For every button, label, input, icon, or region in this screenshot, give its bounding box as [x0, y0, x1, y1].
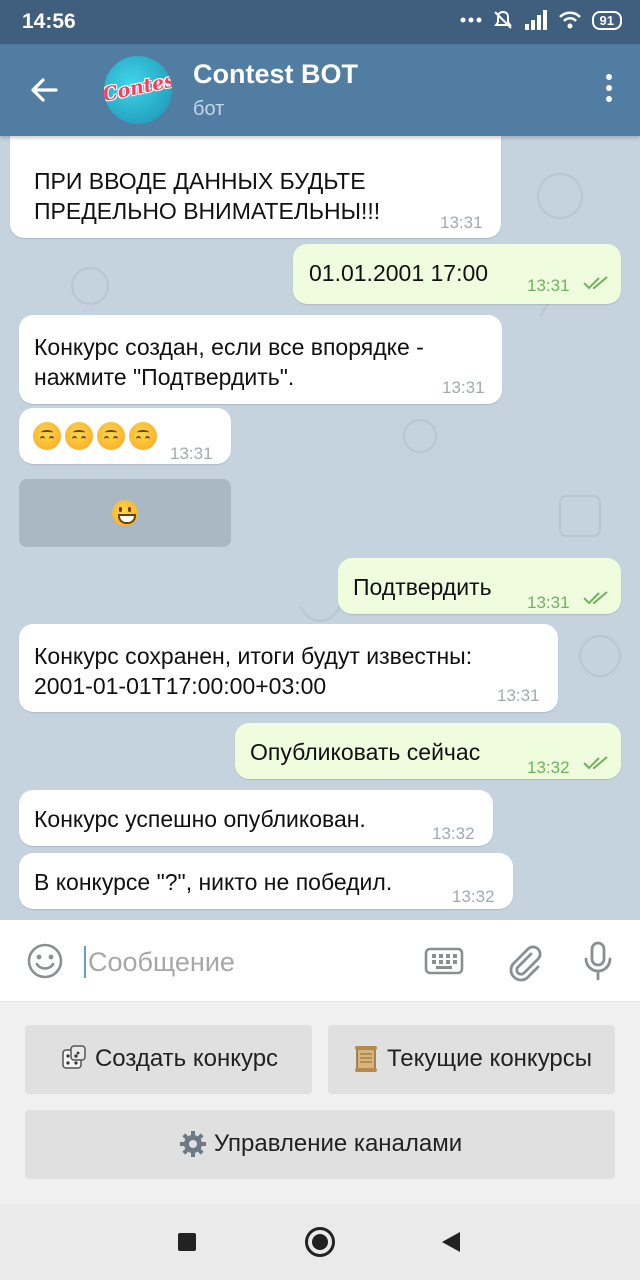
wifi-icon: [558, 11, 581, 29]
double-check-icon: [583, 276, 608, 290]
message-composer: Сообщение: [0, 920, 640, 1002]
message-text: Конкурс сохранен, итоги будут известны: …: [34, 641, 472, 701]
message-time: 13:31: [442, 378, 485, 397]
status-icons: 91: [460, 9, 622, 31]
upside-down-face-icon: [129, 422, 157, 450]
message-bubble-incoming[interactable]: В конкурсе "?", никто не победил. 13:32: [19, 853, 513, 909]
home-button[interactable]: [305, 1227, 335, 1257]
message-time: 13:31: [527, 276, 570, 295]
mute-bell-icon: [493, 10, 512, 29]
message-bubble-outgoing[interactable]: Подтвердить 13:31: [338, 558, 621, 614]
status-bar: 14:56 91: [0, 0, 640, 44]
message-bubble-incoming[interactable]: 13:31: [19, 408, 231, 464]
message-line: 2001-01-01T17:00:00+03:00: [34, 673, 327, 699]
message-bubble-incoming[interactable]: ПРИ ВВОДЕ ДАННЫХ БУДЬТЕ ПРЕДЕЛЬНО ВНИМАТ…: [10, 136, 501, 238]
message-time: 13:32: [452, 887, 495, 906]
bot-reply-keyboard: Создать конкурс Текущие конкурсы Управле…: [0, 1002, 640, 1204]
message-text: Подтвердить: [353, 574, 492, 600]
recents-button[interactable]: [178, 1233, 196, 1251]
back-arrow-icon[interactable]: [26, 72, 62, 108]
double-check-icon: [583, 591, 608, 605]
more-menu-icon[interactable]: [604, 74, 614, 106]
current-contests-label: Текущие конкурсы: [386, 1045, 593, 1072]
status-time: 14:56: [22, 10, 76, 33]
chat-header: Contest Contest BOT бот: [0, 44, 640, 136]
message-bubble-incoming[interactable]: Конкурс сохранен, итоги будут известны: …: [19, 624, 558, 712]
double-check-icon: [583, 756, 608, 770]
message-text: ПРИ ВВОДЕ ДАННЫХ БУДЬТЕ ПРЕДЕЛЬНО ВНИМАТ…: [34, 166, 380, 226]
bot-avatar[interactable]: Contest: [104, 56, 172, 124]
upside-down-face-icon: [33, 422, 61, 450]
scroll-icon: [354, 1046, 377, 1072]
upside-down-face-icon: [97, 422, 125, 450]
signal-icon: [524, 10, 547, 30]
message-text: 01.01.2001 17:00: [309, 260, 489, 286]
message-text: В конкурсе "?", никто не победил.: [34, 869, 393, 895]
create-contest-button[interactable]: Создать конкурс: [25, 1025, 312, 1093]
dice-icon: [62, 1045, 86, 1069]
chat-area[interactable]: ПРИ ВВОДЕ ДАННЫХ БУДЬТЕ ПРЕДЕЛЬНО ВНИМАТ…: [0, 136, 640, 920]
chat-title[interactable]: Contest BOT: [193, 59, 358, 90]
microphone-icon[interactable]: [582, 940, 614, 982]
grinning-face-icon: [112, 500, 138, 526]
emoji-row: [33, 422, 161, 450]
system-back-button[interactable]: [442, 1232, 460, 1252]
upside-down-face-icon: [65, 422, 93, 450]
more-dots-icon: [460, 17, 482, 23]
message-bubble-incoming[interactable]: Конкурс успешно опубликован. 13:32: [19, 790, 493, 846]
message-time: 13:31: [170, 444, 213, 463]
message-line: нажмите "Подтвердить".: [34, 364, 295, 390]
avatar-logo-text: Contest: [104, 67, 172, 107]
message-line: Конкурс создан, если все впорядке -: [34, 334, 424, 360]
gear-icon: [179, 1131, 206, 1157]
message-time: 13:31: [440, 213, 483, 232]
message-text: Конкурс успешно опубликован.: [34, 806, 366, 832]
system-navigation-bar: [0, 1204, 640, 1280]
message-text: Опубликовать сейчас: [250, 739, 481, 765]
message-bubble-outgoing[interactable]: Опубликовать сейчас 13:32: [235, 723, 621, 779]
manage-channels-label: Управление каналами: [213, 1130, 463, 1157]
message-bubble-incoming[interactable]: Конкурс создан, если все впорядке - нажм…: [19, 315, 502, 404]
message-time: 13:31: [527, 593, 570, 612]
message-time: 13:32: [432, 824, 475, 843]
message-text: Конкурс создан, если все впорядке - нажм…: [34, 332, 424, 392]
battery-indicator: 91: [591, 10, 622, 30]
message-time: 13:31: [497, 686, 540, 705]
message-time: 13:32: [527, 758, 570, 777]
inline-keyboard-button[interactable]: [19, 479, 231, 547]
current-contests-button[interactable]: Текущие конкурсы: [328, 1025, 615, 1093]
manage-channels-button[interactable]: Управление каналами: [25, 1110, 615, 1178]
create-contest-label: Создать конкурс: [94, 1045, 279, 1072]
emoji-icon[interactable]: [26, 942, 64, 980]
message-input[interactable]: Сообщение: [88, 947, 235, 978]
text-cursor: [84, 946, 86, 978]
message-bubble-outgoing[interactable]: 01.01.2001 17:00 13:31: [293, 244, 621, 304]
message-line: Конкурс сохранен, итоги будут известны:: [34, 643, 473, 669]
attach-icon[interactable]: [504, 942, 542, 982]
message-line: ПРЕДЕЛЬНО ВНИМАТЕЛЬНЫ!!!: [34, 198, 381, 224]
bot-keyboard-icon[interactable]: [424, 945, 464, 977]
message-line: ПРИ ВВОДЕ ДАННЫХ БУДЬТЕ: [34, 168, 366, 194]
chat-subtitle: бот: [193, 98, 225, 120]
